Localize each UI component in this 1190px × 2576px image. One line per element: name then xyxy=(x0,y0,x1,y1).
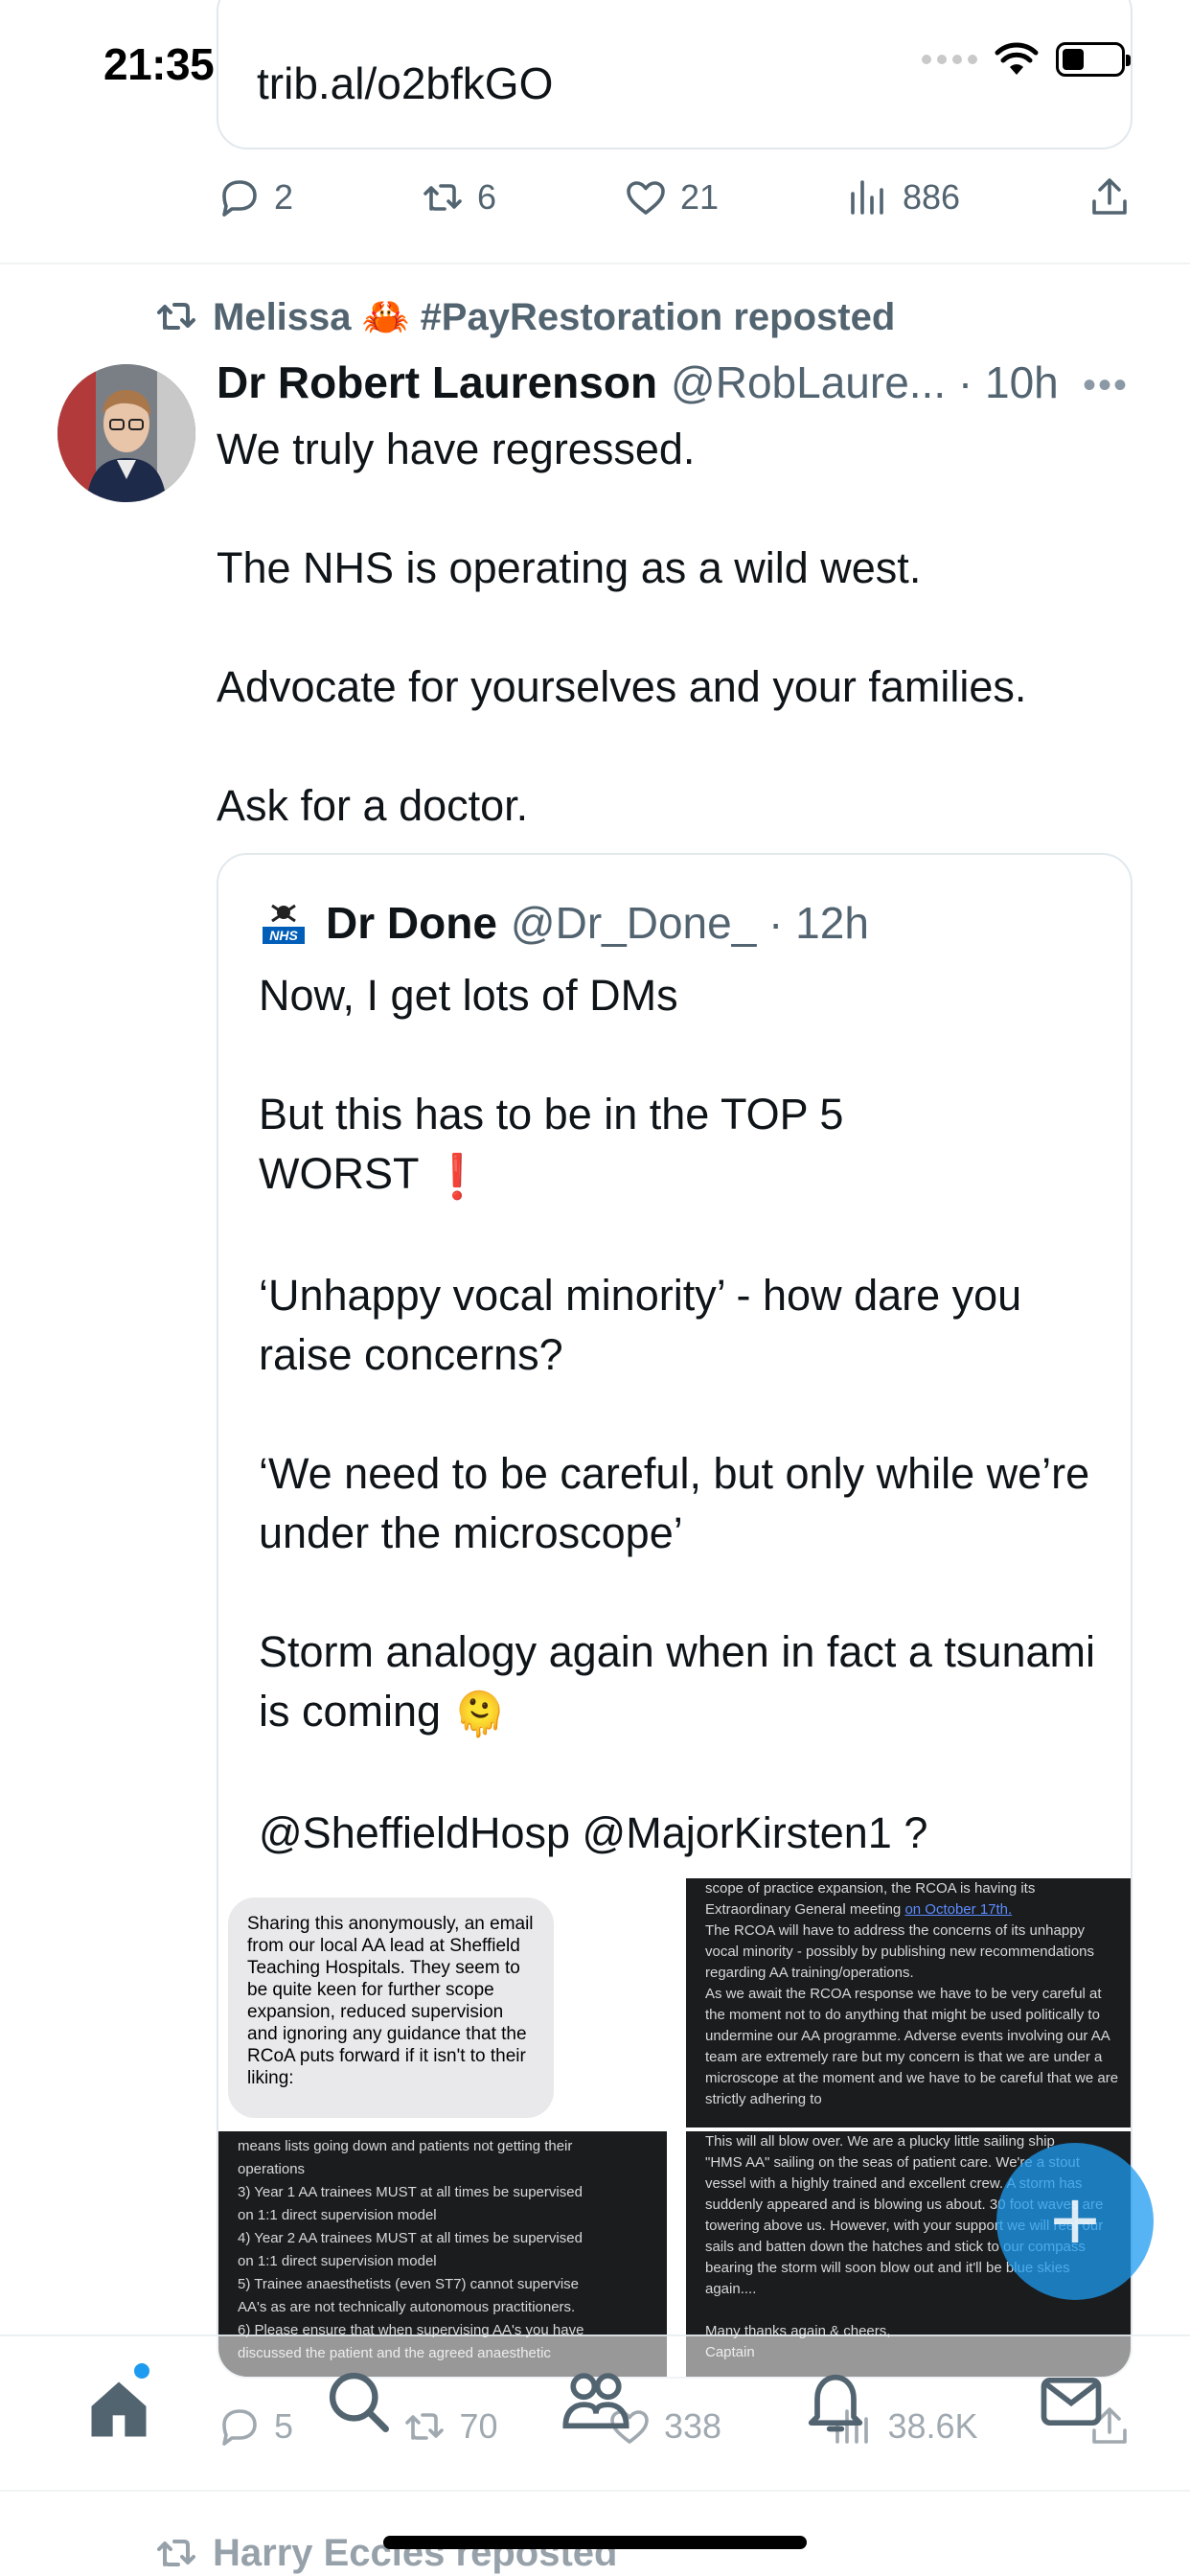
repost-context-label: Melissa 🦀 #PayRestoration reposted xyxy=(213,295,896,338)
repost-icon xyxy=(157,303,195,330)
author-handle-time[interactable]: @RobLaure... · 10h xyxy=(671,356,1059,408)
exclamation-emoji: ❗ xyxy=(430,1152,485,1202)
repost-button[interactable]: 70 xyxy=(401,2404,498,2450)
media-image-1[interactable]: Sharing this anonymously, an email from … xyxy=(218,1878,667,2128)
repost-icon xyxy=(423,184,462,211)
repost-button[interactable]: 6 xyxy=(420,174,496,220)
reply-icon xyxy=(222,2409,257,2446)
reply-count: 2 xyxy=(274,177,294,217)
media-2-text: scope of practice expansion, the RCOA is… xyxy=(705,1878,1121,2110)
like-icon xyxy=(627,181,665,215)
media-3-text: means lists going down and patients not … xyxy=(238,2138,584,2361)
tweet-divider xyxy=(0,263,1190,264)
repost-count: 70 xyxy=(459,2406,498,2446)
previous-tweet-actions: 2 6 21 886 xyxy=(217,174,1133,220)
home-icon xyxy=(91,2381,147,2437)
more-options-icon[interactable]: ••• xyxy=(1083,364,1129,407)
share-icon xyxy=(1092,178,1127,215)
tweet-text: We truly have regressed. The NHS is oper… xyxy=(217,425,1027,830)
quoted-author-name[interactable]: Dr Done xyxy=(326,897,497,949)
svg-text:NHS: NHS xyxy=(269,928,298,943)
media-1-message-bubble: Sharing this anonymously, an email from … xyxy=(228,1898,554,2118)
quoted-tweet[interactable]: NHS Dr Done @Dr_Done_ · 12h Now, I get l… xyxy=(217,853,1133,2379)
views-count: 38.6K xyxy=(887,2406,978,2446)
link-card-url: trib.al/o2bfkGO xyxy=(257,58,554,108)
like-icon xyxy=(610,2410,649,2444)
quoted-media-grid: Sharing this anonymously, an email from … xyxy=(218,1878,1131,2377)
compose-icon: + xyxy=(1049,2174,1101,2269)
quoted-text-part-2: ‘Unhappy vocal minority’ - how dare you … xyxy=(259,1271,1095,1736)
tweet-actions: 5 70 338 38.6K xyxy=(217,2404,1133,2450)
quoted-text-part-1: Now, I get lots of DMs But this has to b… xyxy=(259,971,844,1198)
tab-home[interactable] xyxy=(82,2373,155,2446)
like-count: 338 xyxy=(663,2406,722,2446)
views-count: 886 xyxy=(902,177,961,217)
quoted-avatar[interactable]: NHS xyxy=(261,900,307,946)
repost-icon xyxy=(157,2540,195,2566)
repost-context[interactable]: Melissa 🦀 #PayRestoration reposted xyxy=(153,293,895,339)
like-button[interactable]: 21 xyxy=(623,174,719,220)
tweet-divider xyxy=(0,2490,1190,2492)
repost-count: 6 xyxy=(476,177,497,217)
quoted-tweet-header: NHS Dr Done @Dr_Done_ · 12h xyxy=(261,897,869,949)
home-indicator[interactable] xyxy=(383,2536,807,2549)
compose-button[interactable]: + xyxy=(996,2143,1154,2300)
quoted-handle-time[interactable]: @Dr_Done_ · 12h xyxy=(511,897,869,949)
like-count: 21 xyxy=(679,177,720,217)
media-2-link: on October 17th. xyxy=(904,1901,1013,1918)
share-button[interactable] xyxy=(1087,174,1133,220)
quoted-tweet-text: Now, I get lots of DMs But this has to b… xyxy=(259,966,1102,1863)
share-icon xyxy=(1092,2407,1127,2444)
reply-icon xyxy=(222,180,257,217)
tweet-header: Dr Robert Laurenson @RobLaure... · 10h xyxy=(217,356,1136,408)
share-button[interactable] xyxy=(1087,2404,1133,2450)
reply-button[interactable]: 5 xyxy=(217,2404,293,2450)
home-unread-dot xyxy=(134,2363,149,2379)
media-2-text-b: The RCOA will have to address the concer… xyxy=(705,1922,1119,2107)
reply-button[interactable]: 2 xyxy=(217,174,293,220)
author-name[interactable]: Dr Robert Laurenson xyxy=(217,356,657,408)
views-icon xyxy=(835,2409,869,2444)
like-button[interactable]: 338 xyxy=(606,2404,721,2450)
avatar[interactable] xyxy=(57,364,195,502)
views-button[interactable]: 886 xyxy=(845,174,960,220)
media-image-2[interactable]: scope of practice expansion, the RCOA is… xyxy=(686,1878,1131,2128)
quoted-text-part-3: @SheffieldHosp @MajorKirsten1 ? xyxy=(259,1808,928,1858)
views-button[interactable]: 38.6K xyxy=(830,2404,978,2450)
status-time: 21:35 xyxy=(103,39,215,89)
views-icon xyxy=(851,180,883,215)
melting-face-emoji: 🫠 xyxy=(452,1690,507,1739)
repost-icon xyxy=(405,2413,445,2440)
reply-count: 5 xyxy=(274,2406,294,2446)
